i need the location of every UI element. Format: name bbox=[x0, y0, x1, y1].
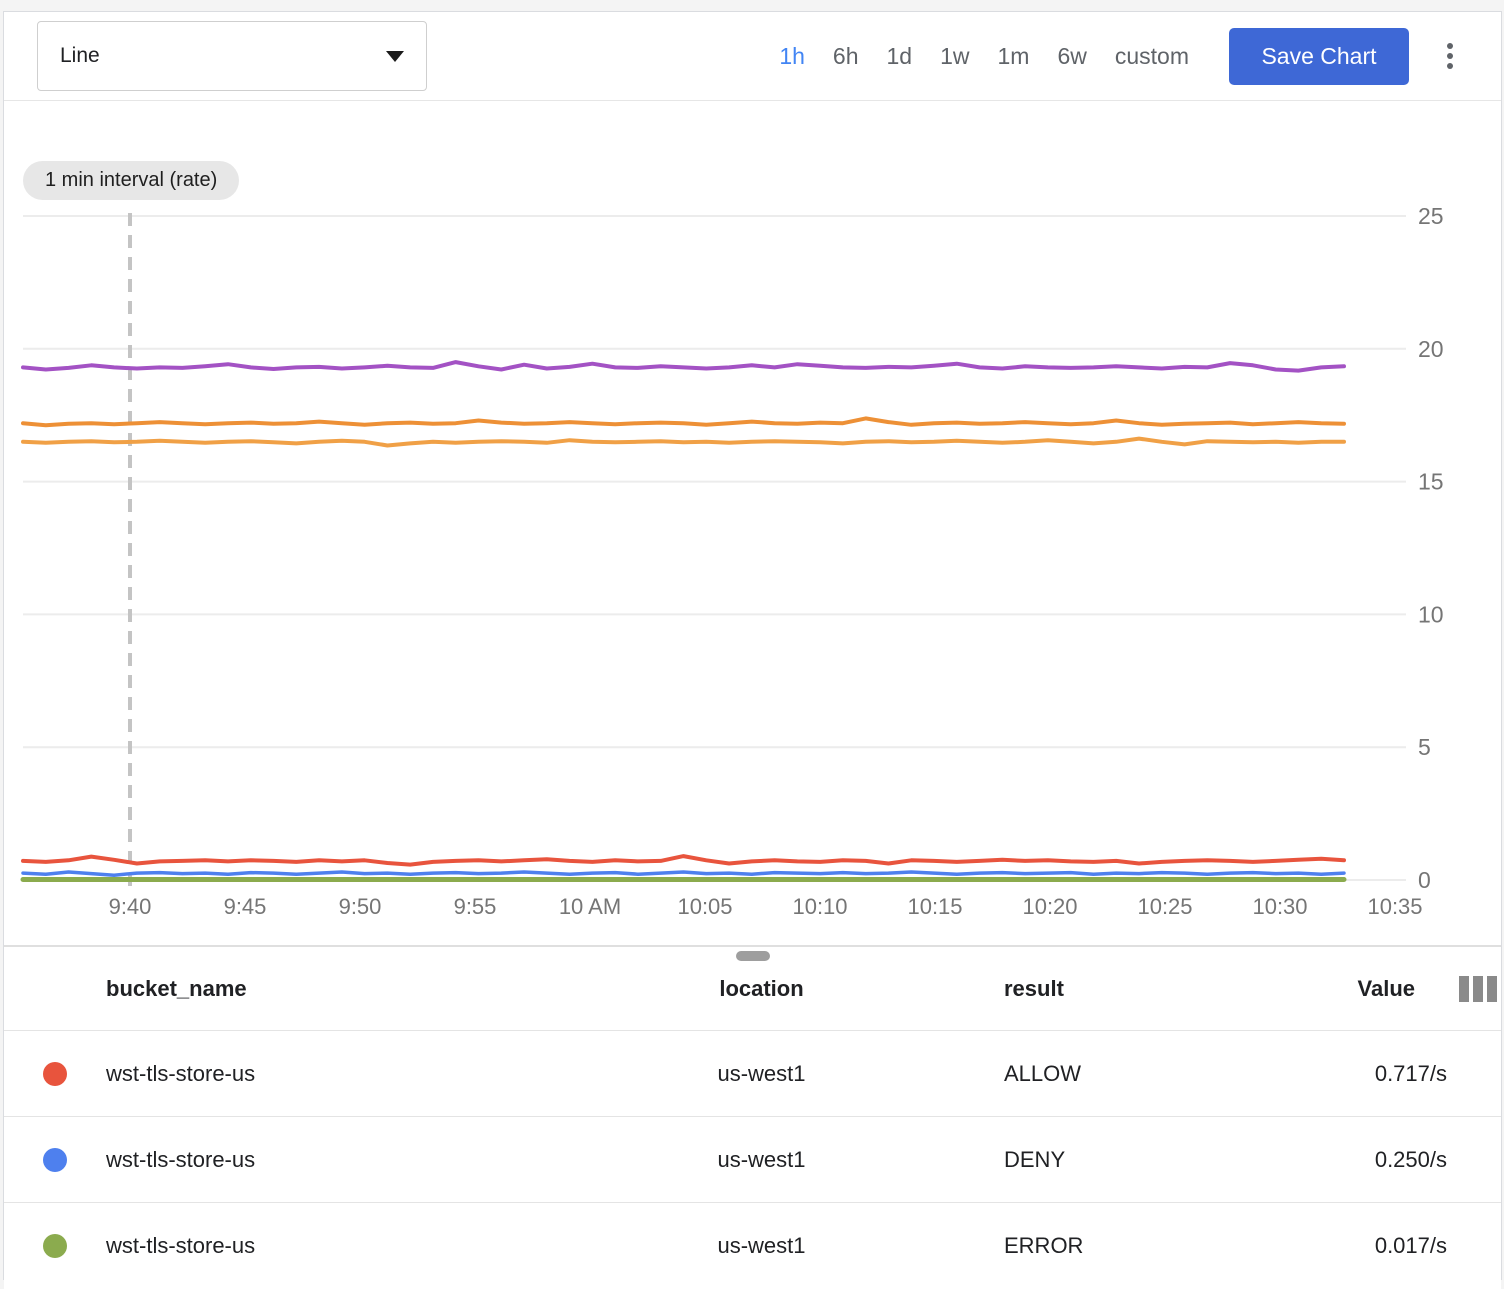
cell-result: ERROR bbox=[919, 1233, 1234, 1259]
col-header-bucket-name[interactable]: bucket_name bbox=[106, 976, 604, 1002]
x-tick-1005: 10:05 bbox=[677, 894, 732, 919]
time-range-6h[interactable]: 6h bbox=[833, 43, 859, 70]
time-range-6w[interactable]: 6w bbox=[1057, 43, 1086, 70]
cell-location: us-west1 bbox=[604, 1147, 919, 1173]
col-header-value[interactable]: Value bbox=[1234, 976, 1447, 1002]
chart-line-series-1 bbox=[23, 418, 1344, 425]
y-tick-15: 15 bbox=[1418, 469, 1444, 495]
chevron-down-icon bbox=[386, 51, 404, 62]
interval-badge: 1 min interval (rate) bbox=[23, 161, 239, 200]
x-tick-1035: 10:35 bbox=[1367, 894, 1422, 919]
cell-result: ALLOW bbox=[919, 1061, 1234, 1087]
chart-line-deny bbox=[23, 872, 1344, 875]
x-tick-10AM: 10 AM bbox=[559, 894, 621, 919]
cell-result: DENY bbox=[919, 1147, 1234, 1173]
series-color-dot bbox=[43, 1062, 67, 1086]
time-range-1m[interactable]: 1m bbox=[998, 43, 1030, 70]
resize-drag-handle[interactable] bbox=[736, 951, 770, 961]
cell-location: us-west1 bbox=[604, 1061, 919, 1087]
chart-plot[interactable]: 0 5 10 15 20 25 9:40 9:45 9:50 9:55 10 AM 10:05 10:1… bbox=[4, 101, 1501, 945]
col-header-result[interactable]: result bbox=[919, 976, 1234, 1002]
chart-line-series-2 bbox=[23, 439, 1344, 446]
table-row-error[interactable]: wst-tls-store-usus-west1ERROR0.017/s bbox=[4, 1203, 1501, 1289]
save-chart-button[interactable]: Save Chart bbox=[1229, 28, 1409, 85]
time-range-1w[interactable]: 1w bbox=[940, 43, 969, 70]
cell-value: 0.250/s bbox=[1234, 1147, 1447, 1173]
x-tick-945: 9:45 bbox=[224, 894, 267, 919]
time-range-1h[interactable]: 1h bbox=[779, 43, 805, 70]
table-row-deny[interactable]: wst-tls-store-usus-west1DENY0.250/s bbox=[4, 1117, 1501, 1203]
table-body: wst-tls-store-usus-west1ALLOW0.717/swst-… bbox=[4, 1031, 1501, 1289]
x-tick-1015: 10:15 bbox=[907, 894, 962, 919]
y-tick-10: 10 bbox=[1418, 601, 1444, 627]
x-tick-950: 9:50 bbox=[339, 894, 382, 919]
series-color-dot bbox=[43, 1148, 67, 1172]
x-tick-1010: 10:10 bbox=[792, 894, 847, 919]
cell-bucket-name: wst-tls-store-us bbox=[106, 1147, 604, 1173]
x-tick-940: 9:40 bbox=[109, 894, 152, 919]
cell-bucket-name: wst-tls-store-us bbox=[106, 1233, 604, 1259]
cell-value: 0.017/s bbox=[1234, 1233, 1447, 1259]
chart-area: 0 5 10 15 20 25 9:40 9:45 9:50 9:55 10 AM 10:05 10:1… bbox=[4, 101, 1501, 945]
y-tick-5: 5 bbox=[1418, 734, 1431, 760]
cell-bucket-name: wst-tls-store-us bbox=[106, 1061, 604, 1087]
chart-line-series-0 bbox=[23, 362, 1344, 371]
x-tick-1020: 10:20 bbox=[1022, 894, 1077, 919]
more-vertical-icon[interactable] bbox=[1439, 36, 1461, 76]
y-tick-20: 20 bbox=[1418, 336, 1444, 362]
legend-table: bucket_name location result Value wst-tl… bbox=[4, 945, 1501, 1289]
series-color-dot bbox=[43, 1234, 67, 1258]
x-tick-1025: 10:25 bbox=[1137, 894, 1192, 919]
time-range-group: 1h 6h 1d 1w 1m 6w custom bbox=[779, 43, 1189, 70]
cell-value: 0.717/s bbox=[1234, 1061, 1447, 1087]
time-range-custom[interactable]: custom bbox=[1115, 43, 1189, 70]
x-tick-955: 9:55 bbox=[454, 894, 497, 919]
chart-type-value: Line bbox=[60, 44, 100, 68]
y-tick-0: 0 bbox=[1418, 867, 1431, 893]
chart-card: Line 1h 6h 1d 1w 1m 6w custom Save Chart 0 5 10 1… bbox=[3, 11, 1502, 1280]
chart-toolbar: Line 1h 6h 1d 1w 1m 6w custom Save Chart bbox=[4, 12, 1501, 101]
columns-icon[interactable] bbox=[1447, 976, 1501, 1002]
chart-type-select[interactable]: Line bbox=[37, 21, 427, 91]
cell-location: us-west1 bbox=[604, 1233, 919, 1259]
chart-line-allow bbox=[23, 856, 1344, 865]
col-header-location[interactable]: location bbox=[604, 976, 919, 1002]
y-tick-25: 25 bbox=[1418, 203, 1444, 229]
table-row-allow[interactable]: wst-tls-store-usus-west1ALLOW0.717/s bbox=[4, 1031, 1501, 1117]
time-range-1d[interactable]: 1d bbox=[887, 43, 913, 70]
x-tick-1030: 10:30 bbox=[1252, 894, 1307, 919]
